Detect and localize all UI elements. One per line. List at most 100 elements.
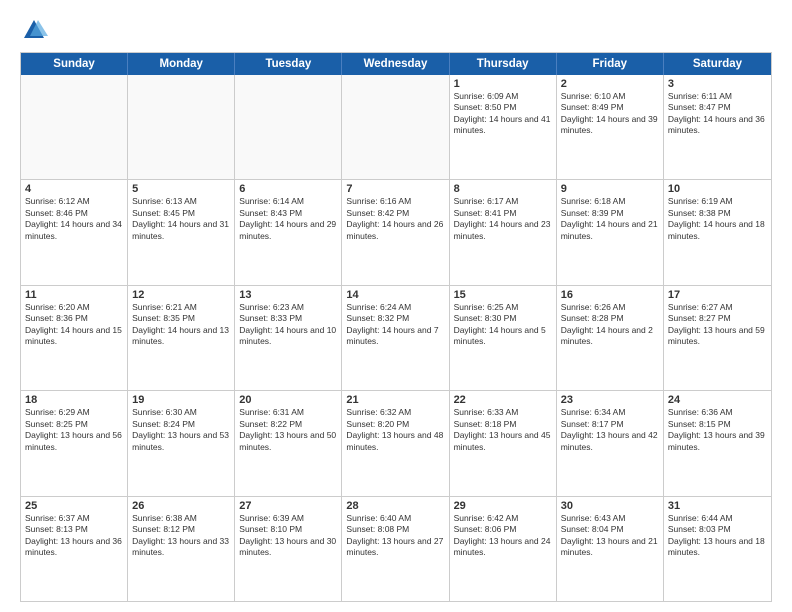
header bbox=[20, 16, 772, 44]
day-number: 1 bbox=[454, 78, 552, 90]
day-number: 25 bbox=[25, 500, 123, 512]
day-cell-5: 5Sunrise: 6:13 AM Sunset: 8:45 PM Daylig… bbox=[128, 180, 235, 284]
day-cell-27: 27Sunrise: 6:39 AM Sunset: 8:10 PM Dayli… bbox=[235, 497, 342, 601]
calendar-body: 1Sunrise: 6:09 AM Sunset: 8:50 PM Daylig… bbox=[21, 75, 771, 601]
logo bbox=[20, 16, 52, 44]
day-info: Sunrise: 6:34 AM Sunset: 8:17 PM Dayligh… bbox=[561, 407, 659, 453]
day-info: Sunrise: 6:29 AM Sunset: 8:25 PM Dayligh… bbox=[25, 407, 123, 453]
empty-cell bbox=[342, 75, 449, 179]
day-number: 24 bbox=[668, 394, 767, 406]
day-cell-18: 18Sunrise: 6:29 AM Sunset: 8:25 PM Dayli… bbox=[21, 391, 128, 495]
day-number: 5 bbox=[132, 183, 230, 195]
day-cell-24: 24Sunrise: 6:36 AM Sunset: 8:15 PM Dayli… bbox=[664, 391, 771, 495]
day-number: 29 bbox=[454, 500, 552, 512]
day-info: Sunrise: 6:14 AM Sunset: 8:43 PM Dayligh… bbox=[239, 196, 337, 242]
day-cell-31: 31Sunrise: 6:44 AM Sunset: 8:03 PM Dayli… bbox=[664, 497, 771, 601]
day-number: 28 bbox=[346, 500, 444, 512]
day-info: Sunrise: 6:44 AM Sunset: 8:03 PM Dayligh… bbox=[668, 513, 767, 559]
day-number: 30 bbox=[561, 500, 659, 512]
day-cell-20: 20Sunrise: 6:31 AM Sunset: 8:22 PM Dayli… bbox=[235, 391, 342, 495]
day-number: 31 bbox=[668, 500, 767, 512]
day-info: Sunrise: 6:10 AM Sunset: 8:49 PM Dayligh… bbox=[561, 91, 659, 137]
day-number: 9 bbox=[561, 183, 659, 195]
day-info: Sunrise: 6:11 AM Sunset: 8:47 PM Dayligh… bbox=[668, 91, 767, 137]
day-info: Sunrise: 6:17 AM Sunset: 8:41 PM Dayligh… bbox=[454, 196, 552, 242]
day-info: Sunrise: 6:43 AM Sunset: 8:04 PM Dayligh… bbox=[561, 513, 659, 559]
day-info: Sunrise: 6:39 AM Sunset: 8:10 PM Dayligh… bbox=[239, 513, 337, 559]
day-info: Sunrise: 6:26 AM Sunset: 8:28 PM Dayligh… bbox=[561, 302, 659, 348]
day-cell-17: 17Sunrise: 6:27 AM Sunset: 8:27 PM Dayli… bbox=[664, 286, 771, 390]
header-day-tuesday: Tuesday bbox=[235, 53, 342, 75]
day-cell-8: 8Sunrise: 6:17 AM Sunset: 8:41 PM Daylig… bbox=[450, 180, 557, 284]
day-number: 10 bbox=[668, 183, 767, 195]
day-number: 19 bbox=[132, 394, 230, 406]
day-cell-11: 11Sunrise: 6:20 AM Sunset: 8:36 PM Dayli… bbox=[21, 286, 128, 390]
day-cell-7: 7Sunrise: 6:16 AM Sunset: 8:42 PM Daylig… bbox=[342, 180, 449, 284]
day-number: 3 bbox=[668, 78, 767, 90]
day-number: 23 bbox=[561, 394, 659, 406]
day-info: Sunrise: 6:13 AM Sunset: 8:45 PM Dayligh… bbox=[132, 196, 230, 242]
day-info: Sunrise: 6:23 AM Sunset: 8:33 PM Dayligh… bbox=[239, 302, 337, 348]
day-cell-26: 26Sunrise: 6:38 AM Sunset: 8:12 PM Dayli… bbox=[128, 497, 235, 601]
day-number: 21 bbox=[346, 394, 444, 406]
day-info: Sunrise: 6:38 AM Sunset: 8:12 PM Dayligh… bbox=[132, 513, 230, 559]
day-info: Sunrise: 6:27 AM Sunset: 8:27 PM Dayligh… bbox=[668, 302, 767, 348]
day-number: 14 bbox=[346, 289, 444, 301]
day-cell-13: 13Sunrise: 6:23 AM Sunset: 8:33 PM Dayli… bbox=[235, 286, 342, 390]
week-row-4: 18Sunrise: 6:29 AM Sunset: 8:25 PM Dayli… bbox=[21, 391, 771, 496]
day-info: Sunrise: 6:31 AM Sunset: 8:22 PM Dayligh… bbox=[239, 407, 337, 453]
day-cell-19: 19Sunrise: 6:30 AM Sunset: 8:24 PM Dayli… bbox=[128, 391, 235, 495]
day-cell-14: 14Sunrise: 6:24 AM Sunset: 8:32 PM Dayli… bbox=[342, 286, 449, 390]
day-cell-30: 30Sunrise: 6:43 AM Sunset: 8:04 PM Dayli… bbox=[557, 497, 664, 601]
day-cell-12: 12Sunrise: 6:21 AM Sunset: 8:35 PM Dayli… bbox=[128, 286, 235, 390]
day-info: Sunrise: 6:32 AM Sunset: 8:20 PM Dayligh… bbox=[346, 407, 444, 453]
day-cell-3: 3Sunrise: 6:11 AM Sunset: 8:47 PM Daylig… bbox=[664, 75, 771, 179]
day-info: Sunrise: 6:33 AM Sunset: 8:18 PM Dayligh… bbox=[454, 407, 552, 453]
header-day-monday: Monday bbox=[128, 53, 235, 75]
day-cell-23: 23Sunrise: 6:34 AM Sunset: 8:17 PM Dayli… bbox=[557, 391, 664, 495]
logo-icon bbox=[20, 16, 48, 44]
day-number: 27 bbox=[239, 500, 337, 512]
day-cell-1: 1Sunrise: 6:09 AM Sunset: 8:50 PM Daylig… bbox=[450, 75, 557, 179]
week-row-1: 1Sunrise: 6:09 AM Sunset: 8:50 PM Daylig… bbox=[21, 75, 771, 180]
day-number: 12 bbox=[132, 289, 230, 301]
header-day-thursday: Thursday bbox=[450, 53, 557, 75]
empty-cell bbox=[21, 75, 128, 179]
day-info: Sunrise: 6:12 AM Sunset: 8:46 PM Dayligh… bbox=[25, 196, 123, 242]
day-number: 6 bbox=[239, 183, 337, 195]
day-info: Sunrise: 6:19 AM Sunset: 8:38 PM Dayligh… bbox=[668, 196, 767, 242]
calendar: SundayMondayTuesdayWednesdayThursdayFrid… bbox=[20, 52, 772, 602]
week-row-5: 25Sunrise: 6:37 AM Sunset: 8:13 PM Dayli… bbox=[21, 497, 771, 601]
day-cell-29: 29Sunrise: 6:42 AM Sunset: 8:06 PM Dayli… bbox=[450, 497, 557, 601]
day-cell-6: 6Sunrise: 6:14 AM Sunset: 8:43 PM Daylig… bbox=[235, 180, 342, 284]
day-number: 13 bbox=[239, 289, 337, 301]
day-number: 2 bbox=[561, 78, 659, 90]
day-cell-25: 25Sunrise: 6:37 AM Sunset: 8:13 PM Dayli… bbox=[21, 497, 128, 601]
empty-cell bbox=[128, 75, 235, 179]
header-day-saturday: Saturday bbox=[664, 53, 771, 75]
page: SundayMondayTuesdayWednesdayThursdayFrid… bbox=[0, 0, 792, 612]
day-info: Sunrise: 6:37 AM Sunset: 8:13 PM Dayligh… bbox=[25, 513, 123, 559]
day-cell-16: 16Sunrise: 6:26 AM Sunset: 8:28 PM Dayli… bbox=[557, 286, 664, 390]
day-info: Sunrise: 6:18 AM Sunset: 8:39 PM Dayligh… bbox=[561, 196, 659, 242]
day-info: Sunrise: 6:25 AM Sunset: 8:30 PM Dayligh… bbox=[454, 302, 552, 348]
day-cell-4: 4Sunrise: 6:12 AM Sunset: 8:46 PM Daylig… bbox=[21, 180, 128, 284]
day-number: 4 bbox=[25, 183, 123, 195]
day-number: 26 bbox=[132, 500, 230, 512]
header-day-sunday: Sunday bbox=[21, 53, 128, 75]
day-number: 8 bbox=[454, 183, 552, 195]
day-cell-22: 22Sunrise: 6:33 AM Sunset: 8:18 PM Dayli… bbox=[450, 391, 557, 495]
day-number: 22 bbox=[454, 394, 552, 406]
day-number: 20 bbox=[239, 394, 337, 406]
day-info: Sunrise: 6:24 AM Sunset: 8:32 PM Dayligh… bbox=[346, 302, 444, 348]
header-day-friday: Friday bbox=[557, 53, 664, 75]
day-number: 17 bbox=[668, 289, 767, 301]
calendar-header: SundayMondayTuesdayWednesdayThursdayFrid… bbox=[21, 53, 771, 75]
day-cell-9: 9Sunrise: 6:18 AM Sunset: 8:39 PM Daylig… bbox=[557, 180, 664, 284]
day-info: Sunrise: 6:42 AM Sunset: 8:06 PM Dayligh… bbox=[454, 513, 552, 559]
day-cell-15: 15Sunrise: 6:25 AM Sunset: 8:30 PM Dayli… bbox=[450, 286, 557, 390]
day-info: Sunrise: 6:09 AM Sunset: 8:50 PM Dayligh… bbox=[454, 91, 552, 137]
week-row-3: 11Sunrise: 6:20 AM Sunset: 8:36 PM Dayli… bbox=[21, 286, 771, 391]
day-cell-28: 28Sunrise: 6:40 AM Sunset: 8:08 PM Dayli… bbox=[342, 497, 449, 601]
empty-cell bbox=[235, 75, 342, 179]
